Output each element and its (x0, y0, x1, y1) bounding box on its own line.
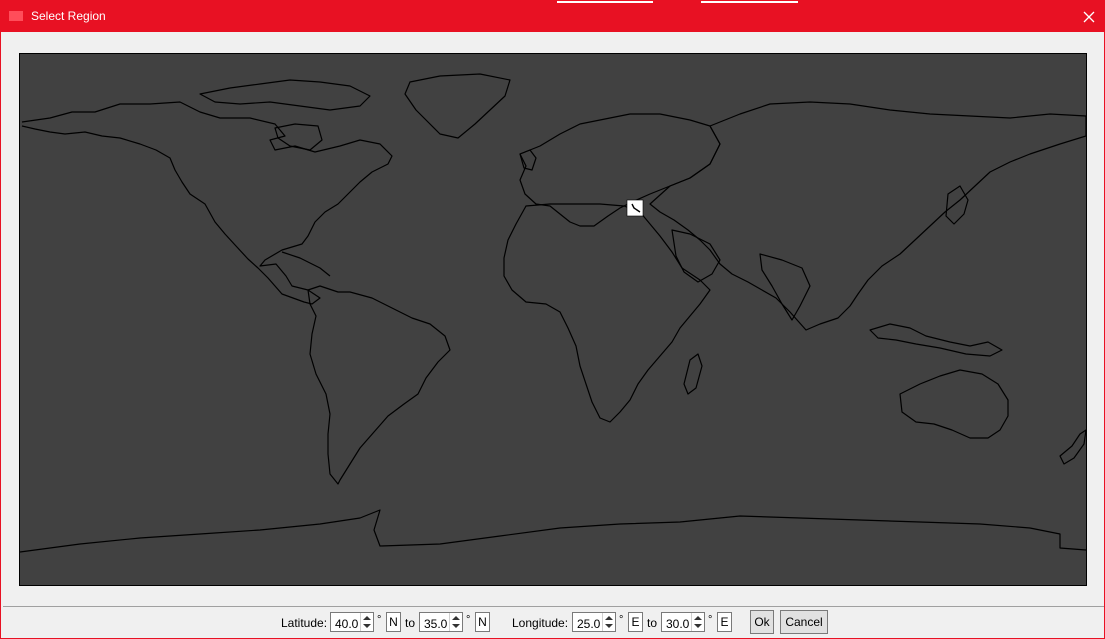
degree-symbol: ° (708, 614, 713, 626)
lon-to-spinbox[interactable]: 30.0 (661, 612, 705, 632)
lat-from-arrows[interactable] (360, 613, 373, 631)
greenland-coastline (404, 73, 511, 139)
madagascar-coastline (683, 353, 703, 395)
longitude-label: Longitude: (512, 616, 569, 630)
close-button[interactable] (1072, 1, 1105, 32)
europe-coastline (519, 113, 721, 227)
lat-from-hemisphere[interactable]: N (386, 612, 401, 632)
app-icon (9, 11, 23, 21)
selected-region[interactable] (626, 199, 644, 217)
spin-up-icon[interactable] (694, 616, 702, 620)
spin-up-icon[interactable] (452, 616, 460, 620)
lon-to-hemisphere[interactable]: E (717, 612, 732, 632)
caribbean-coastline (281, 251, 331, 277)
spin-up-icon[interactable] (605, 616, 613, 620)
south-america-coastline (307, 285, 451, 485)
cancel-button[interactable]: Cancel (780, 610, 828, 634)
title-bar-tab-indicator (557, 1, 653, 3)
lat-to-value[interactable]: 35.0 (424, 617, 447, 631)
new-zealand-coastline (1059, 429, 1086, 465)
india-coastline (759, 253, 811, 321)
ok-button[interactable]: Ok (750, 610, 774, 634)
lon-to-arrows[interactable] (691, 613, 704, 631)
degree-symbol: ° (466, 614, 471, 626)
coastlines (20, 73, 1086, 553)
world-map[interactable] (19, 53, 1087, 586)
degree-symbol: ° (377, 614, 382, 626)
lat-to-spinbox[interactable]: 35.0 (419, 612, 463, 632)
lat-from-spinbox[interactable]: 40.0 (330, 612, 374, 632)
africa-coastline (503, 203, 711, 423)
to-label: to (647, 616, 658, 630)
arctic-islands-coastline (199, 79, 371, 111)
latitude-label: Latitude: (281, 616, 328, 630)
lon-from-arrows[interactable] (602, 613, 615, 631)
dialog-window: Select Region Latitude: 40.0 ° N to 35.0… (0, 0, 1105, 639)
lon-from-spinbox[interactable]: 25.0 (572, 612, 616, 632)
spin-down-icon[interactable] (694, 624, 702, 628)
arabia-coastline (671, 229, 721, 283)
spin-down-icon[interactable] (452, 624, 460, 628)
close-icon (1083, 11, 1095, 22)
degree-symbol: ° (619, 614, 624, 626)
spin-up-icon[interactable] (363, 616, 371, 620)
australia-coastline (899, 369, 1009, 439)
title-bar-tab-indicator (701, 1, 798, 3)
lat-to-arrows[interactable] (449, 613, 462, 631)
southeast-asia-islands-coastline (869, 323, 1003, 357)
lat-to-hemisphere[interactable]: N (475, 612, 490, 632)
title-bar[interactable]: Select Region (1, 1, 1105, 32)
footer-controls: Latitude: 40.0 ° N to 35.0 ° N Longitude… (1, 610, 1105, 636)
north-america-coastline (21, 101, 393, 305)
antarctica-coastline (20, 509, 1086, 553)
asia-coastline (649, 101, 1086, 331)
lon-from-hemisphere[interactable]: E (628, 612, 643, 632)
window-title: Select Region (31, 9, 106, 23)
spin-down-icon[interactable] (363, 624, 371, 628)
lon-from-value[interactable]: 25.0 (577, 617, 600, 631)
japan-coastline (945, 185, 969, 225)
spin-down-icon[interactable] (605, 624, 613, 628)
world-map-canvas[interactable] (20, 54, 1086, 585)
lat-from-value[interactable]: 40.0 (335, 617, 358, 631)
lon-to-value[interactable]: 30.0 (666, 617, 689, 631)
to-label: to (405, 616, 416, 630)
footer-separator (3, 606, 1104, 607)
